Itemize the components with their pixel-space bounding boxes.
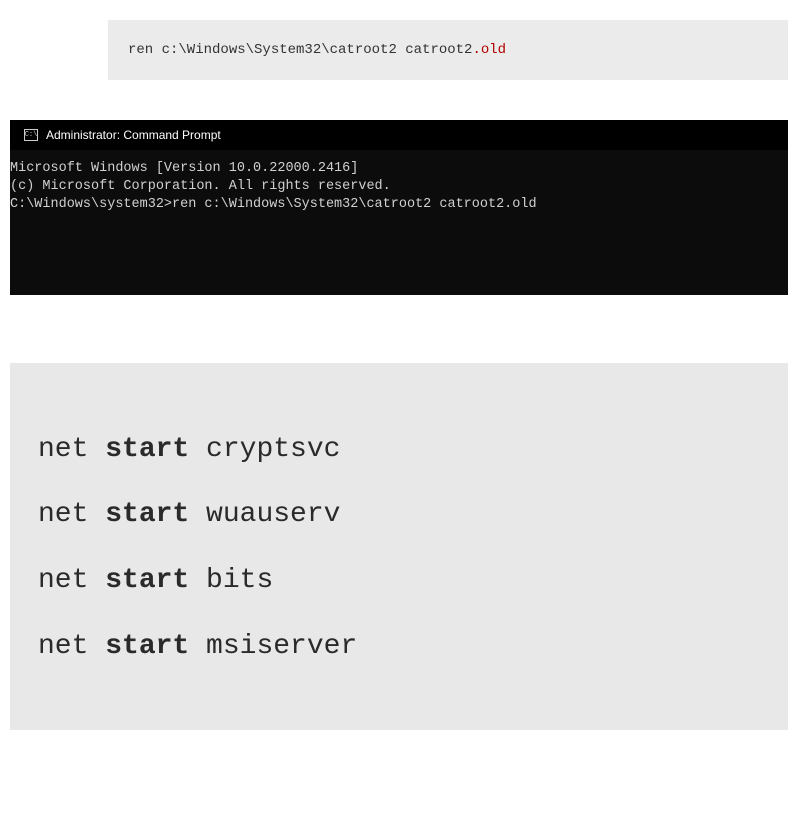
code-row: net start bits [38,548,760,614]
code-keyword: start [105,565,189,596]
code-text-suffix: old [481,42,506,58]
code-arg: bits [189,565,273,596]
terminal-title-text: Administrator: Command Prompt [46,128,221,142]
code-cmd: net [38,565,105,596]
code-cmd: net [38,434,105,465]
code-keyword: start [105,631,189,662]
cmd-icon-label: C:\ [25,131,38,139]
code-cmd: net [38,631,105,662]
code-row: net start msiserver [38,614,760,680]
code-keyword: start [105,499,189,530]
terminal-title-bar: C:\ Administrator: Command Prompt [10,120,788,150]
code-block-ren-command: ren c:\Windows\System32\catroot2 catroot… [108,20,788,80]
terminal-body: Microsoft Windows [Version 10.0.22000.24… [10,150,788,295]
code-text-prefix: ren c:\Windows\System32\catroot2 catroot… [128,42,472,58]
code-cmd: net [38,499,105,530]
code-keyword: start [105,434,189,465]
code-arg: wuauserv [189,499,340,530]
code-text-dot: . [472,42,480,58]
terminal-line: (c) Microsoft Corporation. All rights re… [10,178,788,196]
code-row: net start wuauserv [38,482,760,548]
cmd-icon: C:\ [24,129,38,141]
terminal-line: C:\Windows\system32>ren c:\Windows\Syste… [10,196,788,214]
terminal-window: C:\ Administrator: Command Prompt Micros… [10,120,788,295]
code-arg: cryptsvc [189,434,340,465]
code-row: net start cryptsvc [38,417,760,483]
code-arg: msiserver [189,631,357,662]
code-block-net-start: net start cryptsvc net start wuauserv ne… [10,363,788,730]
terminal-line: Microsoft Windows [Version 10.0.22000.24… [10,160,788,178]
